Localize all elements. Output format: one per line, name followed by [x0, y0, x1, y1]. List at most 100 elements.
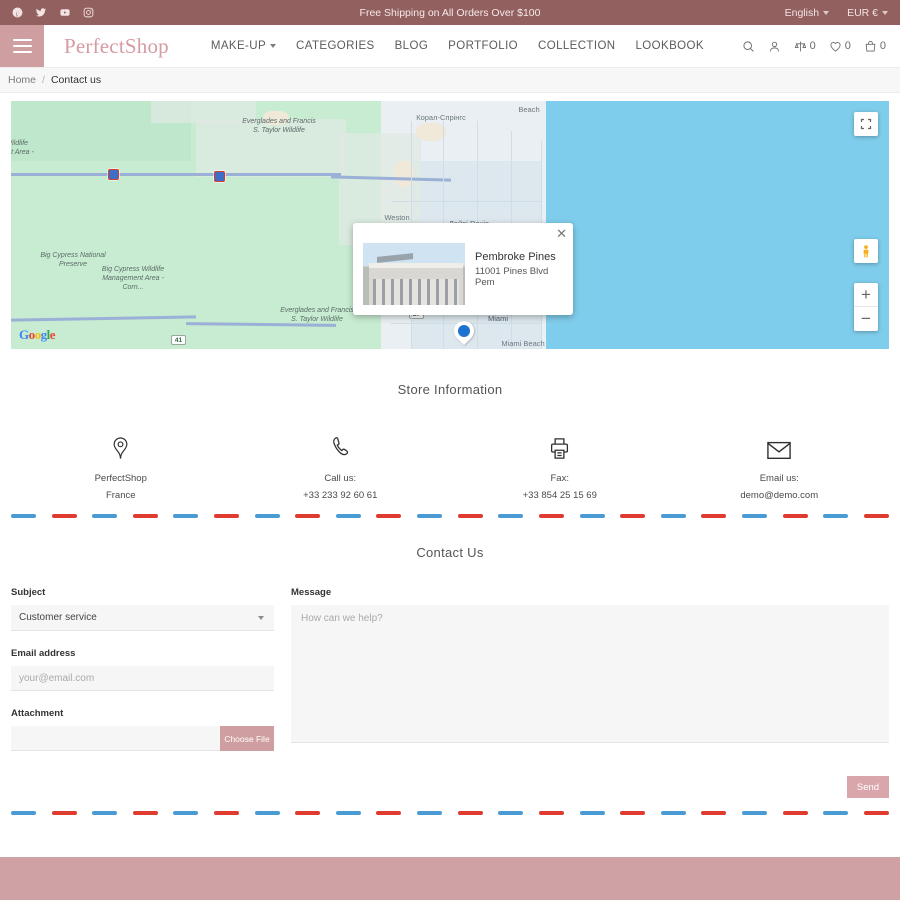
map-zoom-out-button[interactable]: − [854, 307, 878, 331]
attachment-filename-display [11, 726, 220, 751]
contact-form-section: Contact Us Subject Customer service Emai… [0, 531, 900, 798]
map-pin-icon [111, 430, 130, 460]
site-footer [0, 857, 900, 900]
message-textarea[interactable] [291, 605, 889, 743]
map-label: Корал-Спрінгс [416, 113, 466, 122]
language-selector[interactable]: English [784, 6, 830, 19]
printer-icon [549, 430, 570, 460]
currency-selector[interactable]: EUR € [847, 7, 888, 19]
fullscreen-icon [860, 118, 872, 130]
nav-item-lookbook[interactable]: LOOKBOOK [636, 40, 704, 52]
route-75-shield-icon [108, 169, 119, 180]
choose-file-button[interactable]: Choose File [220, 726, 274, 751]
divider-dash [51, 811, 77, 815]
divider-dash [295, 514, 321, 518]
divider-dash [660, 811, 686, 815]
nav-item-blog[interactable]: BLOG [395, 40, 429, 52]
info-window-title: Pembroke Pines [475, 251, 556, 263]
store-info-fax: Fax: +33 854 25 15 69 [450, 430, 670, 501]
street-view-pegman-icon [863, 244, 869, 257]
store-information-grid: PerfectShop France Call us: +33 233 92 6… [0, 430, 900, 501]
language-label: English [784, 6, 820, 19]
map-label: Everglades and Francis S. Taylor Wildlif… [242, 118, 316, 134]
search-button[interactable] [742, 40, 755, 53]
youtube-icon[interactable] [59, 7, 71, 18]
breadcrumb-home[interactable]: Home [8, 74, 36, 86]
nav-item-categories[interactable]: CATEGORIES [296, 40, 375, 52]
divider-dash [173, 514, 199, 518]
burger-line [12, 39, 32, 41]
divider-dash [417, 514, 443, 518]
envelope-icon [767, 430, 792, 460]
subject-group: Subject Customer service [11, 587, 274, 631]
divider-dash [214, 514, 240, 518]
form-right-column: Message [291, 587, 889, 751]
divider-dash [741, 811, 767, 815]
map-label: Miami Beach [501, 339, 545, 348]
divider-dash [823, 811, 849, 815]
social-links [12, 7, 94, 18]
burger-line [12, 51, 32, 53]
divider-dash [498, 514, 524, 518]
map-label: Everglades and Francis S. Taylor Wildlif… [280, 307, 354, 323]
map-highway [11, 173, 341, 176]
divider-dash [254, 514, 280, 518]
site-logo[interactable]: PerfectShop [44, 25, 169, 67]
menu-toggle-button[interactable] [0, 25, 44, 67]
store-info-address: PerfectShop France [11, 430, 231, 501]
info-window-address: 11001 Pines Blvd Pem [475, 266, 549, 288]
nav-item-portfolio[interactable]: PORTFOLIO [448, 40, 518, 52]
google-watermark: Google [19, 327, 56, 343]
facebook-icon[interactable] [12, 7, 23, 18]
chevron-down-icon [823, 10, 830, 15]
burger-line [12, 45, 32, 47]
nav-item-collection[interactable]: COLLECTION [538, 40, 616, 52]
email-label: Email address [11, 648, 76, 659]
twitter-icon[interactable] [35, 7, 47, 18]
wishlist-button[interactable]: 0 [829, 40, 851, 53]
nav-item-makeup[interactable]: MAKE-UP [211, 40, 277, 52]
building-columns [373, 279, 459, 305]
street-view-pegman-button[interactable] [854, 239, 878, 263]
divider-dash [173, 811, 199, 815]
chevron-down-icon [882, 10, 888, 15]
attachment-field: Choose File [11, 726, 274, 751]
logo-letter: G [19, 327, 29, 342]
divider-dash [579, 514, 605, 518]
divider-dash [823, 514, 849, 518]
phone-icon [330, 430, 351, 460]
divider-dash [295, 811, 321, 815]
subject-select[interactable]: Customer service [11, 605, 274, 631]
cart-button[interactable]: 0 [864, 40, 886, 53]
map-zoom-in-button[interactable]: + [854, 283, 878, 307]
divider-dash [538, 514, 564, 518]
divider-dash [92, 811, 118, 815]
instagram-icon[interactable] [83, 7, 94, 18]
compare-button[interactable]: 0 [794, 40, 816, 53]
map-label: Cypress Wildlife Management Area - Bear [11, 140, 34, 156]
route-41-shield-icon: 41 [171, 335, 186, 345]
send-button[interactable]: Send [847, 776, 889, 798]
email-label: Email us: [759, 473, 799, 484]
divider-dash [51, 514, 77, 518]
close-icon[interactable]: ✕ [556, 227, 567, 240]
compare-scales-icon [794, 41, 806, 51]
email-input[interactable] [11, 666, 274, 691]
map-marker[interactable] [449, 316, 479, 349]
store-name: PerfectShop [94, 473, 147, 484]
account-button[interactable] [768, 40, 781, 53]
divider-dash [417, 811, 443, 815]
map-info-window: ✕ Pembroke Pines 11001 Pines Blvd Pem [353, 223, 573, 315]
google-map[interactable]: 41 27 Big Cypress National PreserveBig C… [11, 101, 889, 349]
divider-dash [254, 811, 280, 815]
divider-dash [376, 811, 402, 815]
store-country: France [105, 490, 136, 501]
map-fullscreen-button[interactable] [854, 112, 878, 136]
currency-label: EUR € [847, 6, 878, 19]
logo-letter: e [49, 327, 56, 342]
cart-count: 0 [879, 40, 886, 52]
email-group: Email address [11, 648, 274, 691]
attachment-label: Attachment [11, 708, 64, 719]
map-zoom-controls: + − [854, 283, 878, 331]
marker-dot [458, 325, 470, 337]
